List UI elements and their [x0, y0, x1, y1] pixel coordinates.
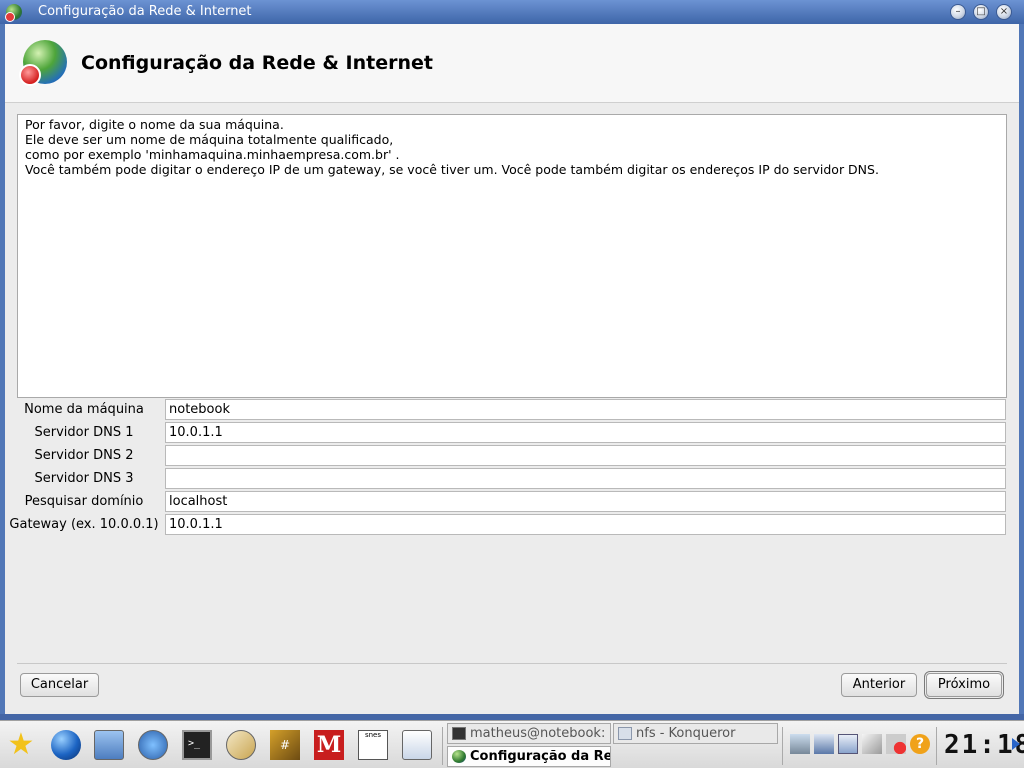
- arrow-right-icon[interactable]: [1012, 738, 1020, 750]
- gateway-input[interactable]: [165, 514, 1006, 535]
- edit-icon[interactable]: [402, 730, 432, 760]
- terminal-icon: [452, 727, 466, 740]
- dns2-label: Servidor DNS 2: [34, 448, 134, 463]
- star-icon[interactable]: ★: [6, 730, 36, 760]
- field-row-gateway: Gateway (ex. 10.0.0.1): [5, 513, 1019, 536]
- network-disconnected-icon[interactable]: [886, 734, 906, 754]
- divider: [5, 102, 1019, 103]
- folder-icon: [618, 727, 632, 740]
- search-domain-input[interactable]: [165, 491, 1006, 512]
- task-label: Configuração da Re: [470, 749, 611, 764]
- gateway-label: Gateway (ex. 10.0.0.1): [9, 517, 159, 532]
- clock[interactable]: 21:18: [944, 730, 1024, 760]
- separator: [782, 727, 783, 765]
- next-button[interactable]: Próximo: [924, 671, 1004, 699]
- task-label: matheus@notebook:: [470, 726, 606, 741]
- dialog-header: Configuração da Rede & Internet: [5, 24, 1019, 102]
- m-icon[interactable]: M: [314, 730, 344, 760]
- field-row-hostname: Nome da máquina: [5, 398, 1019, 421]
- task-network-config[interactable]: Configuração da Re: [447, 746, 611, 767]
- task-label: nfs - Konqueror: [636, 726, 736, 741]
- network-icon[interactable]: [138, 730, 168, 760]
- separator: [442, 727, 443, 765]
- task-konqueror[interactable]: nfs - Konqueror: [613, 723, 778, 744]
- snes-icon[interactable]: snes: [358, 730, 388, 760]
- help-icon[interactable]: ?: [910, 734, 930, 754]
- network-globe-icon: [452, 750, 466, 763]
- hostname-input[interactable]: [165, 399, 1006, 420]
- close-button[interactable]: ×: [996, 4, 1012, 20]
- dns3-label: Servidor DNS 3: [34, 471, 134, 486]
- usb-icon[interactable]: [790, 734, 810, 754]
- dns2-input[interactable]: [165, 445, 1006, 466]
- device-icon[interactable]: [814, 734, 834, 754]
- dns3-input[interactable]: [165, 468, 1006, 489]
- maximize-button[interactable]: □: [973, 4, 989, 20]
- monitor-icon[interactable]: [94, 730, 124, 760]
- mute-icon[interactable]: [862, 734, 882, 754]
- taskbar: ★ >_ # M snes matheus@notebook: nfs - Ko…: [0, 720, 1024, 768]
- search-domain-label: Pesquisar domínio: [24, 494, 144, 509]
- divider: [17, 663, 1007, 664]
- description-line: Ele deve ser um nome de máquina totalmen…: [25, 132, 394, 147]
- pen-tool-icon[interactable]: [226, 730, 256, 760]
- description-line: Por favor, digite o nome da sua máquina.: [25, 117, 284, 132]
- field-row-search-domain: Pesquisar domínio: [5, 490, 1019, 513]
- field-row-dns2: Servidor DNS 2: [5, 444, 1019, 467]
- title-bar[interactable]: Configuração da Rede & Internet – □ ×: [0, 0, 1024, 24]
- badge-icon: [19, 64, 41, 86]
- hostname-label: Nome da máquina: [24, 402, 144, 417]
- description-line: Você também pode digitar o endereço IP d…: [25, 162, 879, 177]
- cancel-button[interactable]: Cancelar: [20, 673, 99, 697]
- page-title: Configuração da Rede & Internet: [81, 52, 433, 74]
- description-box[interactable]: Por favor, digite o nome da sua máquina.…: [17, 114, 1007, 398]
- task-terminal[interactable]: matheus@notebook:: [447, 723, 611, 744]
- separator: [936, 727, 937, 765]
- field-row-dns3: Servidor DNS 3: [5, 467, 1019, 490]
- minimize-button[interactable]: –: [950, 4, 966, 20]
- window-list-icon[interactable]: [838, 734, 858, 754]
- app-window: Configuração da Rede & Internet – □ × Co…: [0, 0, 1024, 720]
- terminal-icon[interactable]: >_: [182, 730, 212, 760]
- field-row-dns1: Servidor DNS 1: [5, 421, 1019, 444]
- window-title: Configuração da Rede & Internet: [38, 4, 252, 19]
- snes-label: snes: [364, 731, 382, 739]
- back-button[interactable]: Anterior: [841, 673, 917, 697]
- globe-icon[interactable]: [51, 730, 81, 760]
- dialog-content: Configuração da Rede & Internet Por favo…: [5, 24, 1019, 714]
- network-globe-icon: [5, 4, 22, 22]
- grid-icon[interactable]: #: [270, 730, 300, 760]
- dns1-label: Servidor DNS 1: [34, 425, 134, 440]
- dns1-input[interactable]: [165, 422, 1006, 443]
- description-line: como por exemplo 'minhamaquina.minhaempr…: [25, 147, 400, 162]
